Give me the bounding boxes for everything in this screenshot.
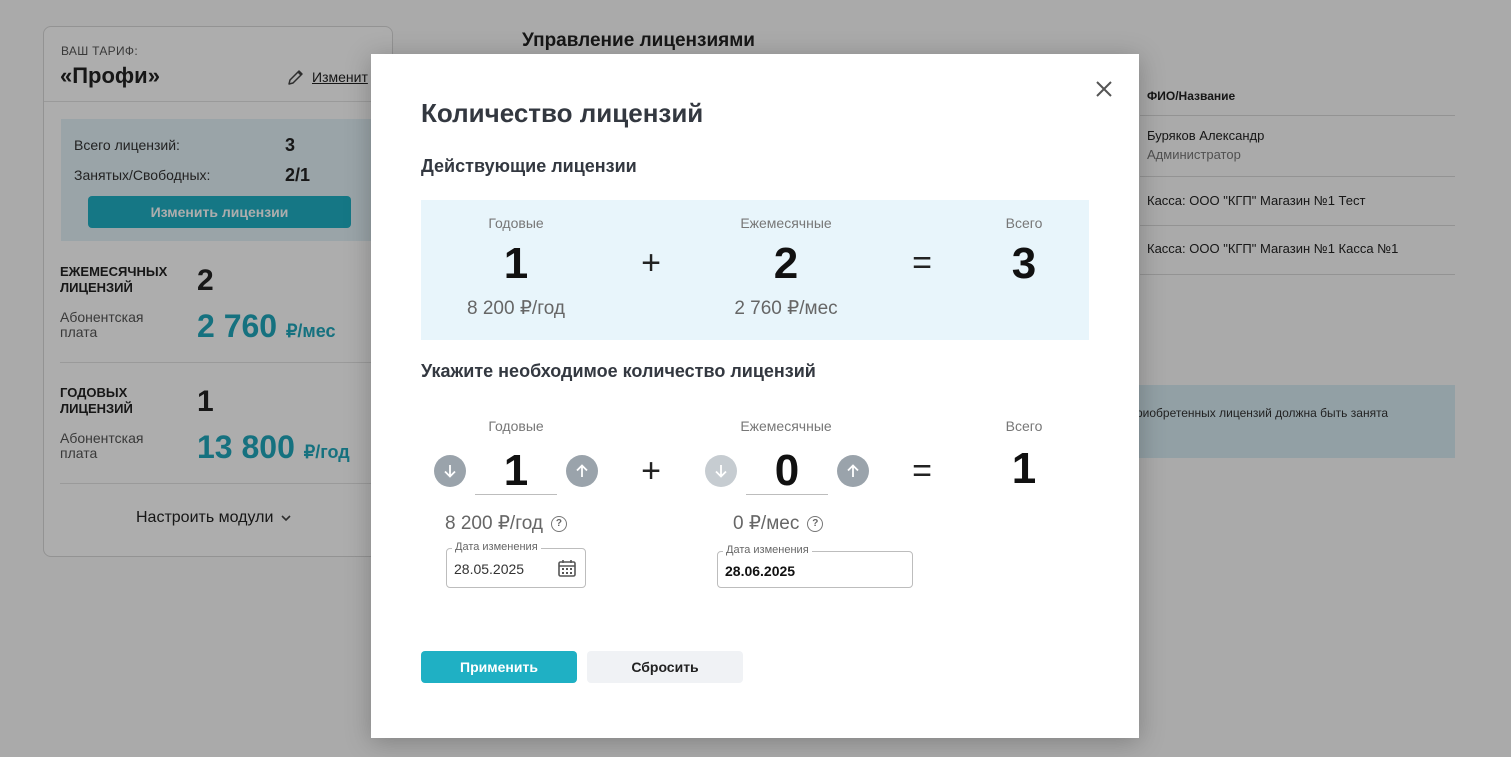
current-monthly-caption: Ежемесячные xyxy=(740,215,832,231)
plus-sign: + xyxy=(641,452,661,490)
help-icon[interactable]: ? xyxy=(550,515,567,532)
help-icon[interactable]: ? xyxy=(807,515,824,532)
plus-sign: + xyxy=(641,244,661,282)
needed-total-count: 1 xyxy=(1011,444,1037,493)
monthly-date-field[interactable]: Дата изменения 28.06.2025 xyxy=(717,544,913,588)
current-total-count: 3 xyxy=(1011,239,1037,288)
monthly-date-value: 28.06.2025 xyxy=(725,563,796,579)
needed-annual-price: 8 200 ₽/год xyxy=(445,513,543,534)
arrow-down-icon xyxy=(444,465,456,478)
annual-quantity-input[interactable]: 1 xyxy=(475,447,557,495)
monthly-increase-button[interactable] xyxy=(837,455,869,487)
current-annual-col: Годовые 1 8 200 ₽/год xyxy=(421,215,611,320)
annual-date-label: Дата изменения xyxy=(452,541,541,553)
needed-total-caption: Всего xyxy=(1005,418,1043,434)
arrow-up-icon xyxy=(576,464,588,477)
current-annual-count: 1 xyxy=(503,239,529,288)
annual-decrease-button[interactable] xyxy=(434,455,466,487)
needed-licenses-title: Укажите необходимое количество лицензий xyxy=(421,361,816,381)
current-annual-caption: Годовые xyxy=(488,215,544,231)
arrow-down-icon xyxy=(715,465,727,478)
reset-button[interactable]: Сбросить xyxy=(587,651,743,683)
needed-annual-price-row: 8 200 ₽/год ? xyxy=(445,512,567,535)
annual-date-field[interactable]: Дата изменения 28.05.2025 xyxy=(446,541,586,588)
licenses-modal: Количество лицензий Действующие лицензии… xyxy=(371,54,1139,738)
current-licenses-title: Действующие лицензии xyxy=(421,156,637,176)
current-total-col: Всего 3 xyxy=(929,215,1119,289)
current-annual-price: 8 200 ₽/год xyxy=(467,298,565,319)
monthly-decrease-button[interactable] xyxy=(705,455,737,487)
annual-increase-button[interactable] xyxy=(566,455,598,487)
modal-title: Количество лицензий xyxy=(421,98,704,128)
annual-date-value: 28.05.2025 xyxy=(454,561,525,577)
needed-annual-caption-wrap: Годовые xyxy=(421,418,611,434)
needed-monthly-caption: Ежемесячные xyxy=(740,418,832,434)
arrow-up-icon xyxy=(847,464,859,477)
current-monthly-col: Ежемесячные 2 2 760 ₽/мес xyxy=(691,215,881,320)
close-icon[interactable] xyxy=(1094,79,1114,99)
needed-total-col: Всего 1 xyxy=(929,418,1119,494)
needed-monthly-price: 0 ₽/мес xyxy=(733,513,800,534)
current-licenses-box: Годовые 1 8 200 ₽/год + Ежемесячные 2 2 … xyxy=(421,200,1089,340)
needed-monthly-caption-wrap: Ежемесячные xyxy=(691,418,881,434)
current-monthly-count: 2 xyxy=(773,239,799,288)
apply-button[interactable]: Применить xyxy=(421,651,577,683)
calendar-icon[interactable] xyxy=(557,558,577,578)
current-monthly-price: 2 760 ₽/мес xyxy=(734,298,838,319)
needed-annual-caption: Годовые xyxy=(488,418,544,434)
needed-monthly-price-row: 0 ₽/мес ? xyxy=(733,512,824,535)
monthly-quantity-input[interactable]: 0 xyxy=(746,447,828,495)
monthly-date-label: Дата изменения xyxy=(723,544,812,556)
current-total-caption: Всего xyxy=(1005,215,1043,231)
